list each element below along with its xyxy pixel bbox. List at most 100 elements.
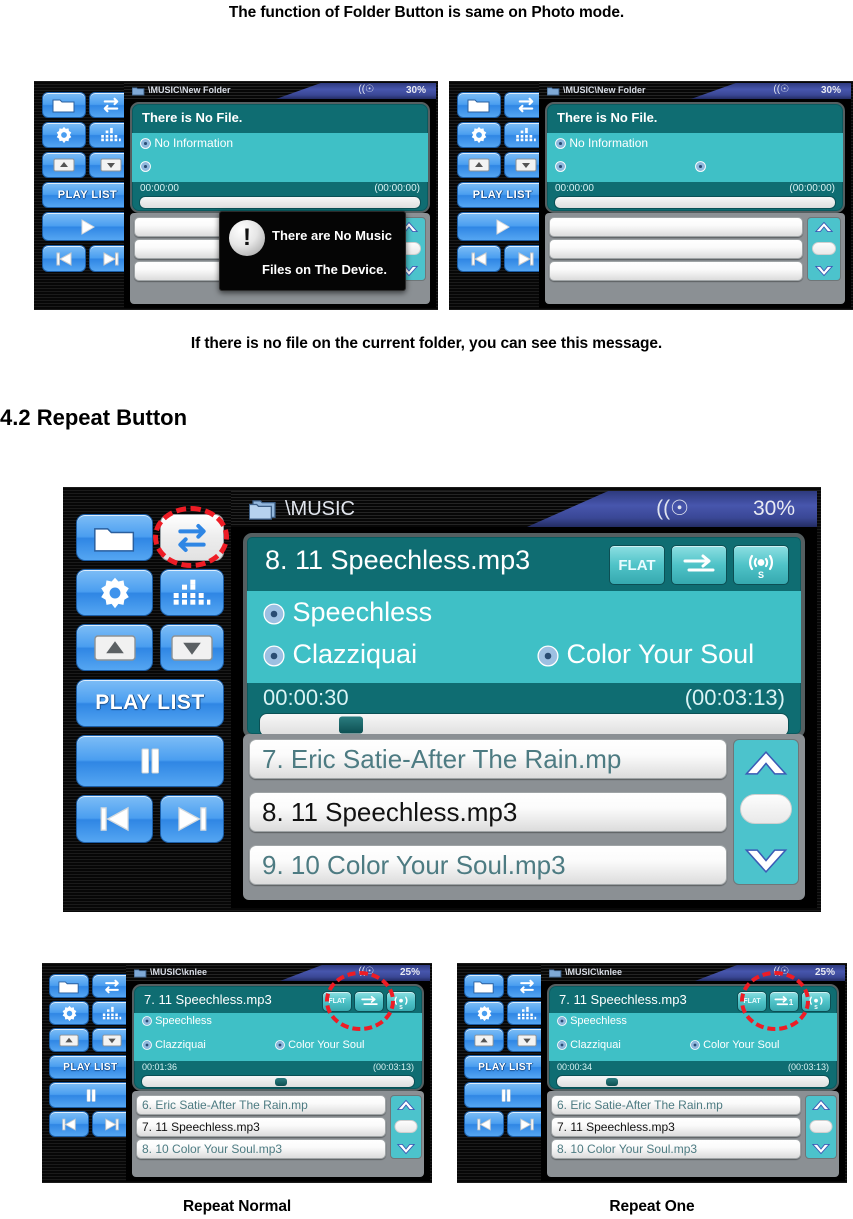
artist-line: No Information	[555, 136, 648, 150]
playlist-row[interactable]	[549, 217, 803, 237]
artist-line: Speechless	[263, 597, 432, 628]
previous-button[interactable]	[457, 245, 501, 272]
down-button[interactable]	[160, 624, 224, 671]
play-list-button[interactable]: PLAY LIST	[42, 182, 133, 208]
folder-icon	[58, 980, 79, 993]
scroll-thumb[interactable]	[812, 242, 836, 255]
folder-button[interactable]	[464, 974, 504, 998]
settings-button[interactable]	[49, 1001, 89, 1025]
dialog-line-2: Files on The Device.	[262, 262, 387, 277]
scroll-up-icon[interactable]	[811, 1098, 831, 1112]
warning-icon: !	[229, 220, 265, 256]
scroll-down-icon[interactable]	[811, 1142, 831, 1156]
pause-button[interactable]	[76, 735, 224, 787]
up-button[interactable]	[76, 624, 153, 671]
seek-knob[interactable]	[275, 1077, 288, 1086]
playlist-row[interactable]: 8. 10 Color Your Soul.mp3	[551, 1139, 801, 1159]
eq-preset-button[interactable]: FLAT	[609, 545, 665, 585]
previous-button[interactable]	[76, 795, 153, 843]
playlist-row-label: 9. 10 Color Your Soul.mp3	[262, 849, 566, 880]
playlist-scroll-pad[interactable]	[807, 217, 841, 281]
playlist-row[interactable]: 6. Eric Satie-After The Rain.mp	[551, 1095, 801, 1115]
scroll-down-icon[interactable]	[814, 264, 834, 278]
folder-button[interactable]	[76, 514, 153, 561]
sound-effect-button[interactable]: S	[733, 545, 789, 585]
eq-preset-button[interactable]: FLAT	[737, 991, 767, 1012]
play-button[interactable]	[42, 212, 133, 241]
scroll-up-icon[interactable]	[814, 220, 834, 234]
disc-icon	[142, 1040, 152, 1051]
scroll-down-icon[interactable]	[396, 1142, 416, 1156]
playlist-row[interactable]: 7. Eric Satie-After The Rain.mp	[249, 739, 727, 779]
eq-preset-button[interactable]: FLAT	[322, 991, 352, 1012]
seek-knob[interactable]	[339, 716, 364, 734]
sound-effect-button[interactable]: S	[386, 991, 416, 1012]
settings-button[interactable]	[42, 122, 86, 148]
playlist-row[interactable]	[549, 261, 803, 281]
pause-button[interactable]	[49, 1082, 132, 1108]
play-button[interactable]	[457, 212, 548, 241]
playlist-row[interactable]: 9. 10 Color Your Soul.mp3	[249, 845, 727, 885]
down-arrow-icon	[100, 158, 122, 172]
scroll-down-icon[interactable]	[742, 844, 790, 878]
seek-knob[interactable]	[605, 1077, 618, 1086]
play-list-button[interactable]: PLAY LIST	[49, 1055, 132, 1079]
playlist-row-label: 7. Eric Satie-After The Rain.mp	[262, 743, 622, 774]
sound-effect-button[interactable]: S	[801, 991, 831, 1012]
seek-bar[interactable]	[141, 1075, 415, 1088]
repeat-mode-button[interactable]	[354, 991, 384, 1012]
battery-level: 25%	[399, 967, 420, 978]
settings-button[interactable]	[457, 122, 501, 148]
up-button[interactable]	[49, 1028, 89, 1052]
disc-icon	[275, 1040, 285, 1051]
scroll-thumb[interactable]	[740, 794, 792, 824]
playlist-row[interactable]: 7. 11 Speechless.mp3	[136, 1117, 386, 1137]
repeat-mode-button[interactable]: 1	[769, 991, 799, 1012]
settings-button[interactable]	[76, 569, 153, 616]
repeat-normal-icon	[360, 995, 378, 1005]
equalizer-button[interactable]	[160, 569, 224, 616]
seek-bar[interactable]	[554, 196, 836, 209]
scroll-up-icon[interactable]	[396, 1098, 416, 1112]
artist-text: Speechless	[570, 1015, 627, 1027]
play-list-button[interactable]: PLAY LIST	[76, 679, 224, 727]
previous-button[interactable]	[42, 245, 86, 272]
top-caption: The function of Folder Button is same on…	[228, 4, 625, 21]
up-button[interactable]	[464, 1028, 504, 1052]
previous-button[interactable]	[464, 1111, 504, 1137]
folder-button[interactable]	[49, 974, 89, 998]
repeat-mode-button[interactable]	[671, 545, 727, 585]
playlist-scroll-pad[interactable]	[390, 1095, 422, 1159]
playlist-row[interactable]	[549, 239, 803, 259]
playlist-row-label: 8. 11 Speechless.mp3	[262, 796, 518, 827]
previous-button[interactable]	[49, 1111, 89, 1137]
folder-button[interactable]	[457, 92, 501, 118]
playlist-row[interactable]: 7. 11 Speechless.mp3	[551, 1117, 801, 1137]
folder-breadcrumb-icon	[547, 87, 560, 96]
scroll-thumb[interactable]	[809, 1120, 833, 1133]
folder-button[interactable]	[42, 92, 86, 118]
playlist-scroll-pad[interactable]	[805, 1095, 837, 1159]
playlist-row[interactable]: 8. 11 Speechless.mp3	[249, 792, 727, 832]
playlist-scroll-pad[interactable]	[733, 739, 799, 885]
up-button[interactable]	[42, 152, 86, 178]
next-button[interactable]	[160, 795, 224, 843]
pause-button[interactable]	[464, 1082, 547, 1108]
pause-icon	[141, 748, 159, 774]
scroll-thumb[interactable]	[394, 1120, 418, 1133]
settings-button[interactable]	[464, 1001, 504, 1025]
play-list-button[interactable]: PLAY LIST	[457, 182, 548, 208]
playlist-row[interactable]: 6. Eric Satie-After The Rain.mp	[136, 1095, 386, 1115]
up-button[interactable]	[457, 152, 501, 178]
breadcrumb-path: \MUSIC	[285, 498, 355, 520]
seek-bar[interactable]	[556, 1075, 830, 1088]
playlist-row[interactable]: 8. 10 Color Your Soul.mp3	[136, 1139, 386, 1159]
title-bar: \MUSIC\New Folder ((☉ 30%	[539, 83, 851, 99]
device-screenshot-no-file-plain: PLAY LIST \MUSIC\New Folder ((☉ 30% Ther…	[449, 81, 853, 310]
seek-bar[interactable]	[139, 196, 421, 209]
play-list-button[interactable]: PLAY LIST	[464, 1055, 547, 1079]
repeat-button[interactable]	[160, 514, 224, 561]
elapsed-time: 00:00:34	[557, 1062, 593, 1072]
total-time: (00:03:13)	[787, 1062, 829, 1072]
scroll-up-icon[interactable]	[742, 746, 790, 780]
